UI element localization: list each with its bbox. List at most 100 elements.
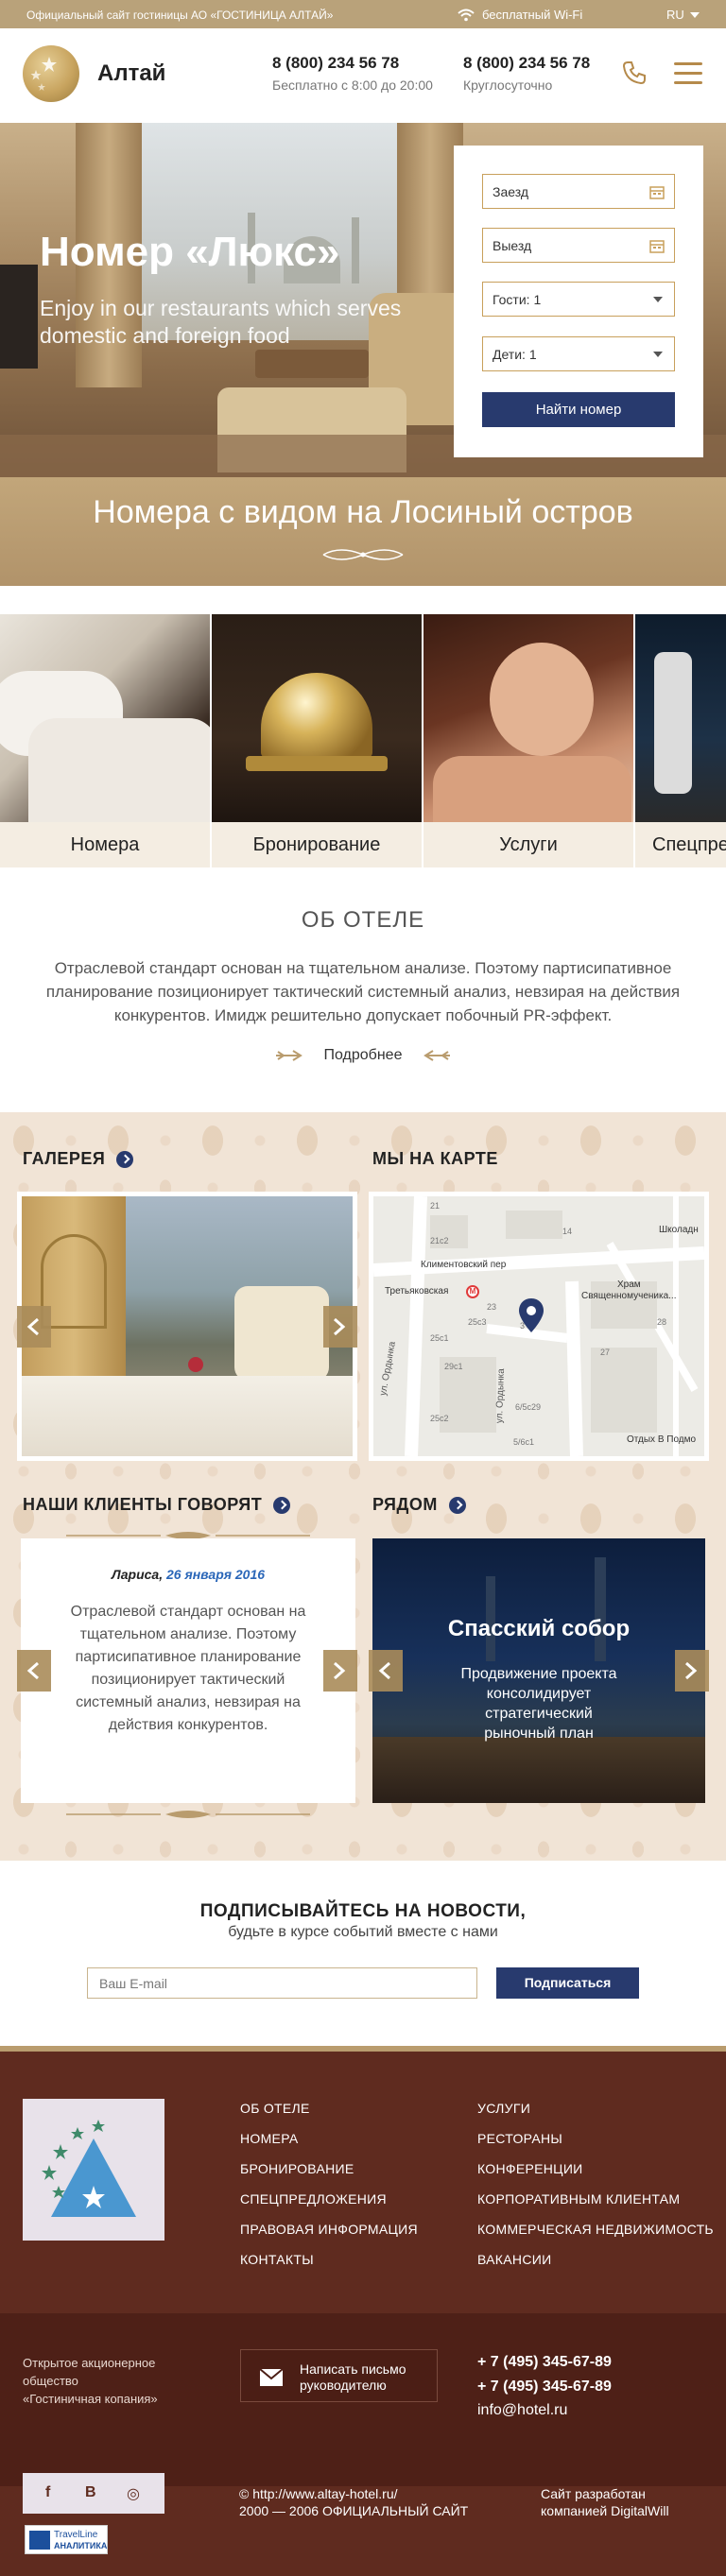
ornament-icon xyxy=(66,1811,310,1818)
travelline-brand: TravelLine xyxy=(54,2530,98,2540)
map-label: 21 xyxy=(430,1201,441,1211)
gallery-prev-button[interactable] xyxy=(17,1306,51,1348)
analytics-icon xyxy=(29,2531,50,2550)
nearby-title: РЯДОМ xyxy=(372,1495,438,1514)
guests-select[interactable]: Гости: 1 xyxy=(482,282,675,317)
developer-credit[interactable]: Сайт разработан компанией DigitalWill xyxy=(541,2485,669,2519)
map-label: 23 xyxy=(487,1302,497,1312)
altay-logo-icon xyxy=(42,2120,136,2217)
nearby-next-button[interactable] xyxy=(675,1650,709,1692)
tile-rooms[interactable]: Номера xyxy=(0,614,210,867)
footer-phone[interactable]: + 7 (495) 345-67-89 xyxy=(477,2354,612,2371)
map-widget[interactable]: 21 21с2 14 Школадн Климентовский пер Тре… xyxy=(369,1192,709,1461)
calendar-icon xyxy=(649,186,665,199)
tile-services[interactable]: Услуги xyxy=(424,614,633,867)
gallery-heading[interactable]: ГАЛЕРЕЯ xyxy=(23,1149,134,1169)
nearby-text: Продвижение проекта консолидирует страте… xyxy=(460,1666,617,1742)
official-site-note: Официальный сайт гостиницы АО «ГОСТИНИЦА… xyxy=(26,9,334,22)
phone-number[interactable]: 8 (800) 234 56 78 xyxy=(463,54,590,73)
children-value: Дети: 1 xyxy=(493,347,537,362)
map-heading[interactable]: МЫ НА КАРТЕ xyxy=(372,1149,498,1169)
checkin-field[interactable]: Заезд xyxy=(482,174,675,209)
tile-offers[interactable]: Спецпредложения xyxy=(635,614,726,867)
footer-logo[interactable] xyxy=(23,2099,164,2241)
menu-icon[interactable] xyxy=(674,62,702,85)
checkin-label: Заезд xyxy=(493,184,529,199)
email-field[interactable]: Ваш E-mail xyxy=(87,1967,477,1999)
footer-link[interactable]: ОБ ОТЕЛЕ xyxy=(240,2101,310,2116)
arrow-right-icon xyxy=(276,1049,302,1061)
footer-link[interactable]: ПРАВОВАЯ ИНФОРМАЦИЯ xyxy=(240,2222,418,2237)
map-pin-icon[interactable] xyxy=(519,1298,544,1332)
copyright-years: 2000 — 2006 ОФИЦИАЛЬНЫЙ САЙТ xyxy=(239,2503,469,2518)
reviews-prev-button[interactable] xyxy=(17,1650,51,1692)
footer-link[interactable]: БРОНИРОВАНИЕ xyxy=(240,2161,354,2176)
envelope-icon xyxy=(260,2369,283,2386)
vk-icon[interactable]: В xyxy=(85,2484,96,2501)
chevron-down-icon xyxy=(653,352,663,357)
tile-booking[interactable]: Бронирование xyxy=(212,614,422,867)
hero-photo-table xyxy=(255,350,369,378)
reviews-heading[interactable]: НАШИ КЛИЕНТЫ ГОВОРЯТ xyxy=(23,1495,291,1515)
about-title: ОБ ОТЕЛЕ xyxy=(301,907,425,933)
stars-icon xyxy=(30,57,57,91)
wifi-info: бесплатный Wi-Fi xyxy=(458,8,582,22)
footer-link[interactable]: УСЛУГИ xyxy=(477,2101,530,2116)
children-select[interactable]: Дети: 1 xyxy=(482,336,675,371)
tile-services-photo xyxy=(424,614,633,822)
gallery-photo-flower xyxy=(188,1357,203,1372)
map-label: Священномученика... xyxy=(581,1291,677,1301)
phone-block-24h: 8 (800) 234 56 78 Круглосуточно xyxy=(463,54,590,93)
footer-link[interactable]: КОРПОРАТИВНЫМ КЛИЕНТАМ xyxy=(477,2191,680,2207)
hero-subtitle: Enjoy in our restaurants which serves do… xyxy=(40,296,402,348)
map-label: Школадн xyxy=(659,1225,699,1235)
tile-rooms-photo xyxy=(0,614,210,822)
bed xyxy=(28,718,210,822)
facebook-icon[interactable]: f xyxy=(45,2484,50,2501)
write-director-label: Написать письмо руководителю xyxy=(300,2361,406,2393)
reviews-next-button[interactable] xyxy=(323,1650,357,1692)
footer-link[interactable]: СПЕЦПРЕДЛОЖЕНИЯ xyxy=(240,2191,387,2207)
gallery-next-button[interactable] xyxy=(323,1306,357,1348)
gallery-photo-armchair xyxy=(234,1286,329,1381)
find-room-button[interactable]: Найти номер xyxy=(482,392,675,427)
wifi-icon xyxy=(458,9,475,21)
nearby-place: Спасский собор xyxy=(447,1616,631,1641)
nearby-heading[interactable]: РЯДОМ xyxy=(372,1495,466,1515)
tile-offers-photo xyxy=(635,614,726,822)
wifi-label: бесплатный Wi-Fi xyxy=(482,8,583,22)
chevron-right-icon xyxy=(685,1661,698,1680)
footer-link[interactable]: КОММЕРЧЕСКАЯ НЕДВИЖИМОСТЬ xyxy=(477,2222,714,2237)
checkout-field[interactable]: Выезд xyxy=(482,228,675,263)
header: Алтай 8 (800) 234 56 78 Бесплатно с 8:00… xyxy=(0,28,726,123)
footer-link[interactable]: РЕСТОРАНЫ xyxy=(477,2131,562,2146)
footer-divider xyxy=(0,2046,726,2052)
phone-icon[interactable] xyxy=(622,60,647,85)
travelline-badge[interactable]: TravelLine АНАЛИТИКА xyxy=(25,2525,108,2554)
logo-text[interactable]: Алтай xyxy=(97,60,165,87)
phone-number[interactable]: 8 (800) 234 56 78 xyxy=(272,54,433,73)
more-link[interactable]: Подробнее xyxy=(0,1047,726,1064)
copyright-site[interactable]: © http://www.altay-hotel.ru/ xyxy=(239,2485,468,2502)
footer-link[interactable]: КОНФЕРЕНЦИИ xyxy=(477,2161,583,2176)
map-label: 28 xyxy=(657,1317,667,1327)
footer-link[interactable]: НОМЕРА xyxy=(240,2131,299,2146)
company-name: Открытое акционерное общество «Гостиничн… xyxy=(23,2354,212,2408)
map-label: Храм xyxy=(617,1279,641,1290)
top-bar: Официальный сайт гостиницы АО «ГОСТИНИЦА… xyxy=(0,0,726,28)
instagram-icon[interactable]: ◎ xyxy=(127,2484,140,2503)
nearby-prev-button[interactable] xyxy=(369,1650,403,1692)
footer-link[interactable]: ВАКАНСИИ xyxy=(477,2252,551,2267)
footer-phone[interactable]: + 7 (495) 345-67-89 xyxy=(477,2379,612,2396)
tile-booking-photo xyxy=(212,614,422,822)
footer-link[interactable]: КОНТАКТЫ xyxy=(240,2252,314,2267)
hero-title: Номер «Люкс» xyxy=(40,229,340,275)
tile-label: Спецпредложения xyxy=(635,822,726,867)
write-director-button[interactable]: Написать письмо руководителю xyxy=(240,2349,438,2402)
metro-label: Третьяковская xyxy=(385,1286,449,1297)
language-selector[interactable]: RU xyxy=(666,8,700,22)
logo[interactable] xyxy=(23,45,79,102)
footer-email[interactable]: info@hotel.ru xyxy=(477,2402,567,2419)
subscribe-button[interactable]: Подписаться xyxy=(496,1967,639,1999)
hero: Номер «Люкс» Enjoy in our restaurants wh… xyxy=(0,123,726,477)
